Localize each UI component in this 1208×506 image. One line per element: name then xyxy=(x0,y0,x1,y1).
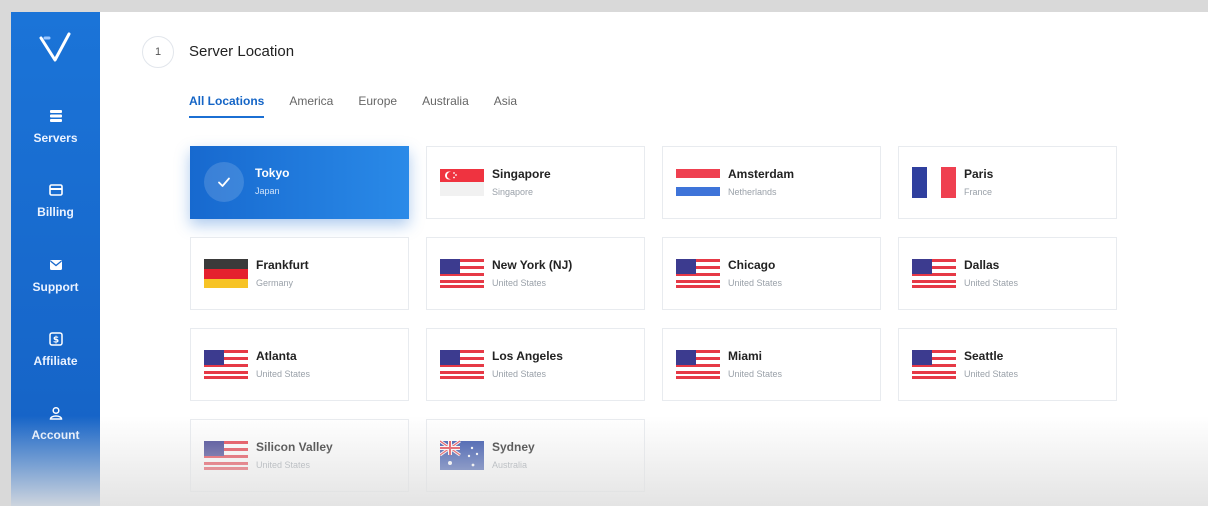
location-country: United States xyxy=(964,369,1019,379)
sidebar-item-billing[interactable]: Billing xyxy=(11,183,100,221)
location-city: Seattle xyxy=(964,349,1004,363)
sidebar-item-support[interactable]: Support xyxy=(11,258,100,296)
tab-asia[interactable]: Asia xyxy=(494,94,517,118)
germany-flag-icon xyxy=(204,259,248,288)
location-city: New York (NJ) xyxy=(492,258,573,272)
location-card-silicon-valley[interactable]: Silicon Valley United States xyxy=(190,419,409,492)
location-card-frankfurt[interactable]: Frankfurt Germany xyxy=(190,237,409,310)
location-card-tokyo[interactable]: Tokyo Japan xyxy=(190,146,409,219)
location-city: Silicon Valley xyxy=(256,440,333,454)
france-flag-icon xyxy=(912,167,956,198)
netherlands-flag-icon xyxy=(676,169,720,196)
sidebar-item-servers[interactable]: Servers xyxy=(11,109,100,147)
credit-card-icon xyxy=(48,184,63,196)
user-icon xyxy=(49,406,62,420)
location-city: Tokyo xyxy=(255,166,290,180)
tab-australia[interactable]: Australia xyxy=(422,94,469,118)
location-card-paris[interactable]: Paris France xyxy=(898,146,1117,219)
location-country: Japan xyxy=(255,186,280,196)
location-card-los-angeles[interactable]: Los Angeles United States xyxy=(426,328,645,401)
sidebar-item-label: Servers xyxy=(33,131,78,145)
sidebar-item-affiliate[interactable]: $ Affiliate xyxy=(11,332,100,370)
location-country: Germany xyxy=(256,278,294,288)
svg-text:$: $ xyxy=(52,336,58,346)
usa-flag-icon xyxy=(676,350,720,379)
sidebar-item-label: Account xyxy=(31,428,80,442)
servers-icon xyxy=(49,110,62,122)
location-country: France xyxy=(964,187,993,197)
check-icon xyxy=(204,162,244,202)
usa-flag-icon xyxy=(912,350,956,379)
usa-flag-icon xyxy=(912,259,956,288)
sidebar: Servers Billing Support $ Affiliate Acco… xyxy=(11,12,100,506)
tab-america[interactable]: America xyxy=(289,94,333,118)
singapore-flag-icon xyxy=(440,169,484,196)
app-window: Servers Billing Support $ Affiliate Acco… xyxy=(11,12,1208,506)
australia-flag-icon xyxy=(440,440,484,470)
location-card-singapore[interactable]: Singapore Singapore xyxy=(426,146,645,219)
usa-flag-icon xyxy=(440,350,484,379)
location-city: Los Angeles xyxy=(492,349,563,363)
region-tabs: All Locations America Europe Australia A… xyxy=(189,94,542,118)
location-card-miami[interactable]: Miami United States xyxy=(662,328,881,401)
location-country: United States xyxy=(492,369,547,379)
location-country: United States xyxy=(256,460,311,470)
usa-flag-icon xyxy=(676,259,720,288)
location-city: Atlanta xyxy=(256,349,297,363)
step-number: 1 xyxy=(142,36,174,68)
location-country: United States xyxy=(728,278,783,288)
location-card-amsterdam[interactable]: Amsterdam Netherlands xyxy=(662,146,881,219)
location-city: Dallas xyxy=(964,258,1000,272)
dollar-icon: $ xyxy=(48,332,63,346)
location-card-chicago[interactable]: Chicago United States xyxy=(662,237,881,310)
location-country: United States xyxy=(492,278,547,288)
location-card-dallas[interactable]: Dallas United States xyxy=(898,237,1117,310)
location-city: Sydney xyxy=(492,440,535,454)
location-city: Frankfurt xyxy=(256,258,309,272)
usa-flag-icon xyxy=(204,441,248,470)
location-card-new-york[interactable]: New York (NJ) United States xyxy=(426,237,645,310)
location-city: Singapore xyxy=(492,167,551,181)
mail-icon xyxy=(49,260,62,270)
sidebar-item-label: Affiliate xyxy=(33,354,78,368)
page-title: Server Location xyxy=(189,43,295,60)
location-city: Amsterdam xyxy=(728,167,795,181)
location-card-sydney[interactable]: Sydney Australia xyxy=(426,419,645,492)
location-country: Singapore xyxy=(492,187,534,197)
sidebar-item-account[interactable]: Account xyxy=(11,406,100,444)
location-city: Chicago xyxy=(728,258,776,272)
location-country: United States xyxy=(964,278,1019,288)
sidebar-item-label: Support xyxy=(32,280,79,294)
location-country: United States xyxy=(256,369,311,379)
location-city: Paris xyxy=(964,167,994,181)
location-card-seattle[interactable]: Seattle United States xyxy=(898,328,1117,401)
usa-flag-icon xyxy=(440,259,484,288)
tab-all-locations[interactable]: All Locations xyxy=(189,94,265,118)
location-country: United States xyxy=(728,369,783,379)
location-country: Australia xyxy=(492,460,528,470)
usa-flag-icon xyxy=(204,350,248,379)
location-city: Miami xyxy=(728,349,763,363)
location-country: Netherlands xyxy=(728,187,777,197)
v-logo-icon[interactable] xyxy=(35,32,75,64)
location-card-atlanta[interactable]: Atlanta United States xyxy=(190,328,409,401)
tab-europe[interactable]: Europe xyxy=(358,94,397,118)
sidebar-item-label: Billing xyxy=(37,205,74,219)
